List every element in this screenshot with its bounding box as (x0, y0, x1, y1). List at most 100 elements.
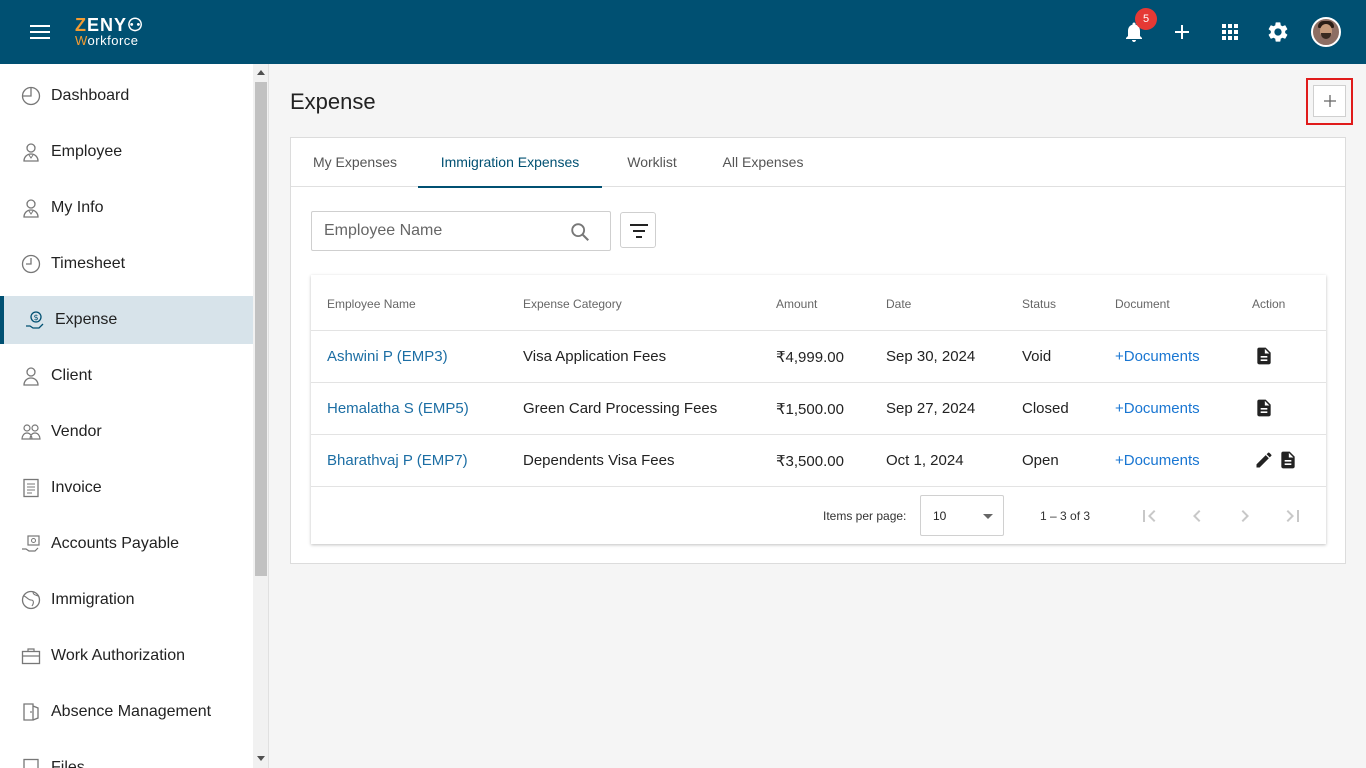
sidebar-nav: Dashboard Employee My Info Timesheet $ E… (0, 64, 253, 768)
sidebar-item-label: Timesheet (51, 255, 126, 272)
employee-name-search-input[interactable] (313, 213, 558, 249)
client-icon (23, 367, 39, 386)
sidebar-item-label: Expense (55, 311, 118, 328)
employee-name-link[interactable]: Bharathvaj P (EMP7) (327, 452, 468, 469)
date-cell: Sep 27, 2024 (886, 400, 976, 417)
settings-gear-icon[interactable] (1266, 20, 1290, 44)
last-page-icon[interactable] (1281, 504, 1305, 528)
expense-table: Employee Name Expense Category Amount Da… (311, 275, 1326, 544)
column-header-amount[interactable]: Amount (776, 297, 817, 311)
document-icon[interactable] (1254, 398, 1274, 418)
tab-worklist[interactable]: Worklist (617, 138, 687, 187)
sidebar-item-expense[interactable]: $ Expense (0, 296, 253, 344)
add-documents-link[interactable]: +Documents (1115, 452, 1200, 469)
sidebar-item-work-authorization[interactable]: Work Authorization (0, 632, 253, 680)
apps-grid-icon[interactable] (1218, 20, 1242, 44)
date-cell: Sep 30, 2024 (886, 348, 976, 365)
page-range-label: 1 – 3 of 3 (1040, 509, 1091, 523)
amount-cell: ₹1,500.00 (776, 401, 844, 418)
add-documents-link[interactable]: +Documents (1115, 348, 1200, 365)
filter-icon (630, 224, 648, 238)
edit-icon[interactable] (1254, 450, 1274, 470)
highlight-box (1306, 78, 1353, 125)
sidebar-item-label: Accounts Payable (51, 535, 180, 552)
sidebar-item-immigration[interactable]: Immigration (0, 576, 253, 624)
sidebar-item-label: Dashboard (51, 87, 130, 104)
sidebar-item-client[interactable]: Client (0, 352, 253, 400)
expense-category-cell: Green Card Processing Fees (523, 400, 718, 417)
employee-name-link[interactable]: Ashwini P (EMP3) (327, 348, 448, 365)
add-documents-link[interactable]: +Documents (1115, 400, 1200, 417)
items-per-page-label: Items per page: (823, 509, 907, 523)
expense-category-cell: Visa Application Fees (523, 348, 667, 365)
previous-page-icon[interactable] (1185, 504, 1209, 528)
file-icon (23, 758, 39, 768)
add-icon[interactable] (1170, 20, 1194, 44)
next-page-icon[interactable] (1233, 504, 1257, 528)
amount-cell: ₹3,500.00 (776, 453, 844, 470)
tab-immigration-expenses[interactable]: Immigration Expenses (418, 138, 602, 188)
column-header-document: Document (1115, 297, 1170, 311)
tab-all-expenses[interactable]: All Expenses (715, 138, 811, 187)
sidebar-item-label: Employee (51, 143, 123, 160)
sidebar-item-accounts-payable[interactable]: Accounts Payable (0, 520, 253, 568)
expense-tabs: My Expenses Immigration Expenses Worklis… (291, 138, 1345, 188)
user-avatar[interactable] (1311, 17, 1341, 47)
document-icon[interactable] (1254, 346, 1274, 366)
status-cell: Void (1022, 348, 1052, 365)
notification-count-badge: 5 (1135, 8, 1157, 30)
sidebar-item-employee[interactable]: Employee (0, 128, 253, 176)
sidebar-item-label: Immigration (51, 591, 135, 608)
filter-button[interactable] (620, 212, 656, 248)
table-row: Bharathvaj P (EMP7) Dependents Visa Fees… (311, 434, 1326, 486)
table-paginator: Items per page: 10 1 – 3 of 3 (311, 486, 1326, 544)
sidebar-item-label: Vendor (51, 423, 102, 440)
sidebar-item-my-info[interactable]: My Info (0, 184, 253, 232)
sidebar-scrollbar[interactable] (253, 64, 269, 768)
sidebar-item-label: Work Authorization (51, 647, 185, 664)
expense-icon: $ (26, 311, 44, 329)
dashboard-icon (21, 86, 41, 106)
hamburger-menu-icon[interactable] (28, 22, 52, 42)
scrollbar-thumb[interactable] (255, 82, 267, 576)
accounts-payable-icon (22, 535, 40, 552)
page-title: Expense (290, 89, 376, 114)
vendor-icon (21, 424, 41, 440)
items-per-page-select[interactable]: 10 (920, 495, 1004, 536)
first-page-icon[interactable] (1137, 504, 1161, 528)
column-header-status[interactable]: Status (1022, 297, 1056, 311)
status-cell: Closed (1022, 400, 1069, 417)
sidebar-item-files[interactable]: Files (0, 744, 253, 768)
sidebar-item-timesheet[interactable]: Timesheet (0, 240, 253, 288)
status-cell: Open (1022, 452, 1059, 469)
column-header-date[interactable]: Date (886, 297, 911, 311)
svg-text:$: $ (33, 313, 38, 322)
employee-name-link[interactable]: Hemalatha S (EMP5) (327, 400, 469, 417)
employee-icon (23, 143, 39, 162)
globe-icon (21, 590, 41, 610)
scroll-up-arrow-icon[interactable] (257, 70, 265, 75)
dropdown-caret-icon (983, 514, 993, 519)
door-icon (23, 703, 39, 721)
sidebar-item-dashboard[interactable]: Dashboard (0, 72, 253, 120)
my-info-icon (23, 199, 39, 218)
sidebar-item-invoice[interactable]: Invoice (0, 464, 253, 512)
top-app-bar: ZENY⚇ Workforce 5 (0, 0, 1366, 64)
date-cell: Oct 1, 2024 (886, 452, 964, 469)
app-logo[interactable]: ZENY⚇ Workforce (75, 16, 144, 48)
sidebar-item-label: Files (51, 759, 85, 768)
search-icon[interactable] (569, 221, 591, 243)
logo-brand-text: ENY (87, 15, 128, 35)
sidebar-item-label: Client (51, 367, 92, 384)
document-icon[interactable] (1278, 450, 1298, 470)
column-header-expense-category[interactable]: Expense Category (523, 297, 622, 311)
sidebar-item-label: Invoice (51, 479, 102, 496)
employee-search-box (311, 211, 611, 251)
sidebar-item-vendor[interactable]: Vendor (0, 408, 253, 456)
clock-icon (21, 254, 41, 274)
tab-my-expenses[interactable]: My Expenses (305, 138, 405, 187)
expense-category-cell: Dependents Visa Fees (523, 452, 675, 469)
scroll-down-arrow-icon[interactable] (257, 756, 265, 761)
sidebar-item-absence-management[interactable]: Absence Management (0, 688, 253, 736)
column-header-employee-name[interactable]: Employee Name (327, 297, 416, 311)
